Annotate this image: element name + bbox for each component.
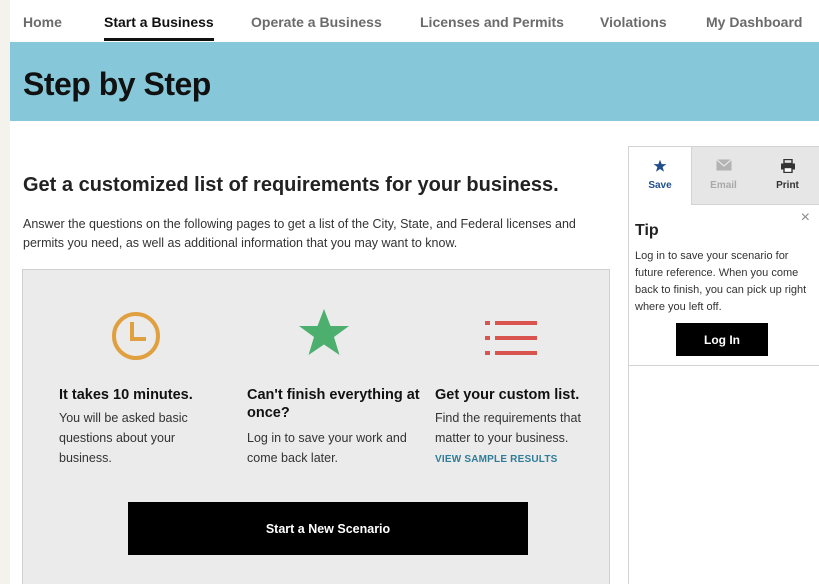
envelope-icon (715, 159, 732, 171)
page-frame: Home Start a Business Operate a Business… (10, 0, 819, 584)
intro-text: Answer the questions on the following pa… (23, 217, 576, 250)
side-panel: Save Email Print × Tip Log in to save yo… (628, 146, 819, 584)
star-icon (653, 159, 667, 172)
steps-card: It takes 10 minutes. You will be asked b… (22, 269, 610, 584)
nav-item-violations[interactable]: Violations (600, 14, 667, 30)
printer-icon (780, 159, 795, 173)
feature-title: Can't finish everything at once? (247, 387, 420, 421)
clock-icon (112, 312, 160, 360)
log-in-button[interactable]: Log In (676, 323, 768, 356)
page-title: Step by Step (23, 66, 211, 102)
star-icon (299, 309, 349, 355)
feature-title: Get your custom list. (435, 387, 580, 403)
view-sample-results-link[interactable]: VIEW SAMPLE RESULTS (435, 454, 558, 465)
tab-label: Email (710, 180, 737, 191)
nav-item-start-a-business[interactable]: Start a Business (104, 14, 214, 41)
start-new-scenario-button[interactable]: Start a New Scenario (128, 502, 528, 555)
tip-text: Log in to save your scenario for future … (635, 250, 807, 313)
feature-title: It takes 10 minutes. (59, 387, 193, 403)
close-icon[interactable]: × (801, 209, 810, 227)
nav-item-operate-a-business[interactable]: Operate a Business (251, 14, 382, 30)
action-tabs: Save Email Print (629, 147, 819, 205)
nav-item-licenses-and-permits[interactable]: Licenses and Permits (420, 14, 564, 30)
tip-title: Tip (635, 222, 659, 239)
section-heading: Get a customized list of requirements fo… (23, 174, 559, 196)
feature-text: Find the requirements that matter to you… (435, 411, 581, 445)
list-icon (485, 321, 537, 355)
tip-box: × Tip Log in to save your scenario for f… (629, 205, 819, 366)
tab-save[interactable]: Save (629, 147, 692, 205)
page-banner: Step by Step (10, 42, 819, 121)
nav-item-my-dashboard[interactable]: My Dashboard (706, 14, 802, 30)
feature-text: You will be asked basic questions about … (59, 411, 188, 465)
nav-item-home[interactable]: Home (23, 14, 62, 30)
tab-email[interactable]: Email (692, 147, 755, 205)
tab-print[interactable]: Print (755, 147, 819, 205)
top-nav: Home Start a Business Operate a Business… (10, 0, 819, 42)
feature-text: Log in to save your work and come back l… (247, 431, 407, 465)
tab-label: Save (648, 180, 672, 191)
tab-label: Print (776, 180, 799, 191)
